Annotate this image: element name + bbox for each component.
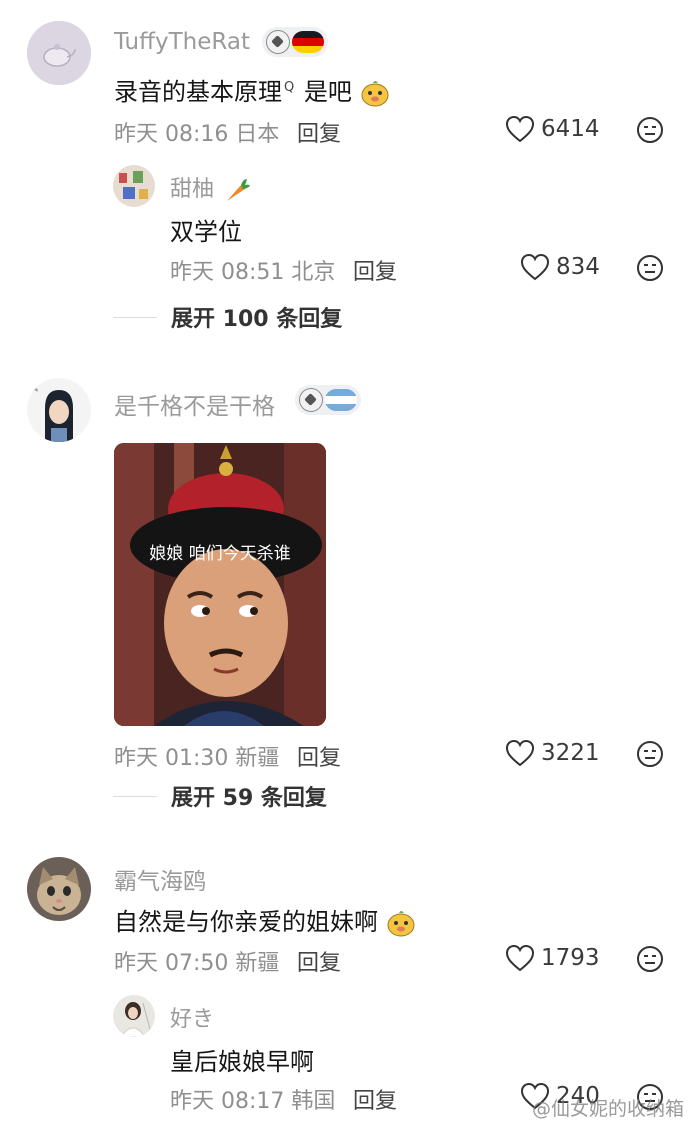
puppy-emoji-icon [387,911,415,937]
sticker-caption: 娘娘 咱们今天杀谁 [149,544,291,564]
reply-avatar[interactable] [113,995,155,1037]
like-count: 1793 [541,945,600,971]
reply-button[interactable]: 回复 [353,1083,397,1115]
dislike-face-icon[interactable] [636,945,664,973]
reply-meta: 昨天 08:17 韩国 [170,1089,336,1114]
like-button[interactable]: 1793 [505,944,600,972]
avatar[interactable] [27,857,91,921]
username[interactable]: 霸气海鸥 [114,862,206,896]
reply-text: 皇后娘娘早啊 [170,1048,314,1076]
comment-item: 霸气海鸥 自然是与你亲爱的姐妹啊 昨天 07:50 新疆 回复 1793 好き … [0,0,690,1123]
reply-button[interactable]: 回复 [297,945,341,977]
comment-meta: 昨天 07:50 新疆 [114,951,280,976]
heart-icon [505,944,535,972]
weibo-watermark: @仙女妮的收纳箱 [531,1098,684,1120]
comment-text: 自然是与你亲爱的姐妹啊 [114,902,416,938]
reply-username[interactable]: 好き [170,1001,214,1033]
